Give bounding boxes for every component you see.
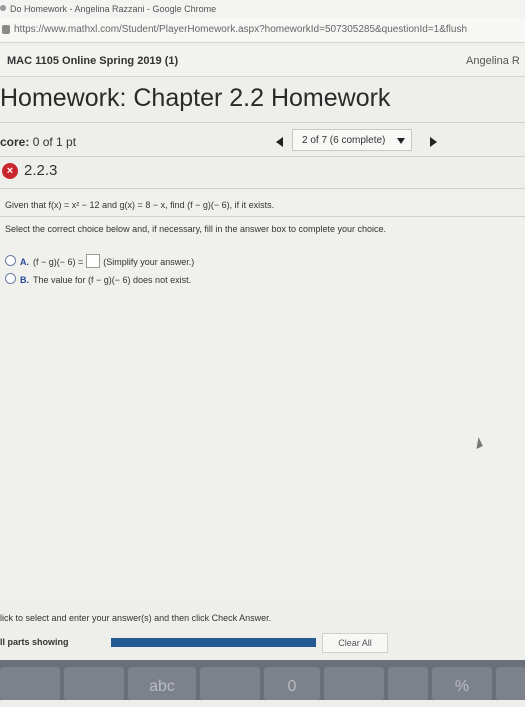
question-divider [0, 188, 525, 189]
choice-b-letter: B. [20, 275, 29, 285]
title-divider [0, 122, 525, 123]
choice-a-radio[interactable] [5, 255, 16, 266]
chrome-icon [0, 5, 6, 11]
address-bar[interactable]: https://www.mathxl.com/Student/PlayerHom… [0, 18, 525, 43]
url-text[interactable]: https://www.mathxl.com/Student/PlayerHom… [14, 24, 467, 35]
keyboard-key [64, 667, 124, 700]
footer-instruction: lick to select and enter your answer(s) … [0, 613, 272, 623]
choice-a-letter: A. [20, 257, 29, 267]
choice-a-expression: (f − g)(− 6) = [33, 257, 84, 267]
keyboard-key-0: 0 [264, 667, 320, 700]
clear-all-button[interactable]: Clear All [322, 633, 388, 653]
user-name[interactable]: Angelina R [466, 55, 520, 67]
prompt-divider [0, 216, 525, 217]
choice-b[interactable]: B. The value for (f − g)(− 6) does not ex… [5, 273, 191, 287]
keyboard-key [200, 667, 260, 700]
chevron-down-icon [397, 138, 405, 144]
answer-input[interactable] [86, 254, 101, 268]
keyboard-key [0, 667, 60, 700]
parts-progress-bar [111, 638, 316, 647]
question-position: 2 of 7 (6 complete) [302, 135, 386, 146]
score: core: 0 of 1 pt [0, 135, 76, 149]
choice-a-hint: (Simplify your answer.) [103, 257, 195, 267]
score-value: 0 of 1 pt [32, 135, 77, 149]
choice-b-text: The value for (f − g)(− 6) does not exis… [33, 275, 192, 285]
score-divider [0, 156, 525, 157]
question-panel: Given that f(x) = x² − 12 and g(x) = 8 −… [0, 192, 525, 602]
question-id: 2.2.3 [24, 162, 58, 179]
keyboard-key-abc: abc [128, 667, 196, 700]
choice-a[interactable]: A. (f − g)(− 6) = (Simplify your answer.) [5, 254, 194, 268]
course-name: MAC 1105 Online Spring 2019 (1) [7, 55, 179, 67]
question-selector[interactable]: 2 of 7 (6 complete) [292, 129, 412, 151]
keyboard-key [388, 667, 428, 700]
lock-icon [2, 25, 10, 34]
keyboard-key [324, 667, 384, 700]
choice-b-radio[interactable] [5, 273, 16, 284]
window-title: Do Homework - Angelina Razzani - Google … [10, 4, 217, 14]
question-instruction: Select the correct choice below and, if … [5, 224, 387, 234]
parts-showing-label: ll parts showing [0, 637, 69, 647]
keyboard-key [496, 667, 525, 700]
score-label: core: [0, 135, 30, 149]
keyboard-key-percent: % [432, 667, 492, 700]
next-question-icon[interactable] [424, 134, 444, 150]
page-title: Homework: Chapter 2.2 Homework [0, 84, 391, 112]
progress-fill [111, 638, 316, 647]
course-header: MAC 1105 Online Spring 2019 (1) Angelina… [0, 46, 525, 77]
question-prompt: Given that f(x) = x² − 12 and g(x) = 8 −… [5, 200, 275, 210]
browser-title-bar: Do Homework - Angelina Razzani - Google … [0, 0, 525, 18]
incorrect-icon: × [2, 163, 18, 179]
previous-question-icon[interactable] [270, 134, 290, 150]
